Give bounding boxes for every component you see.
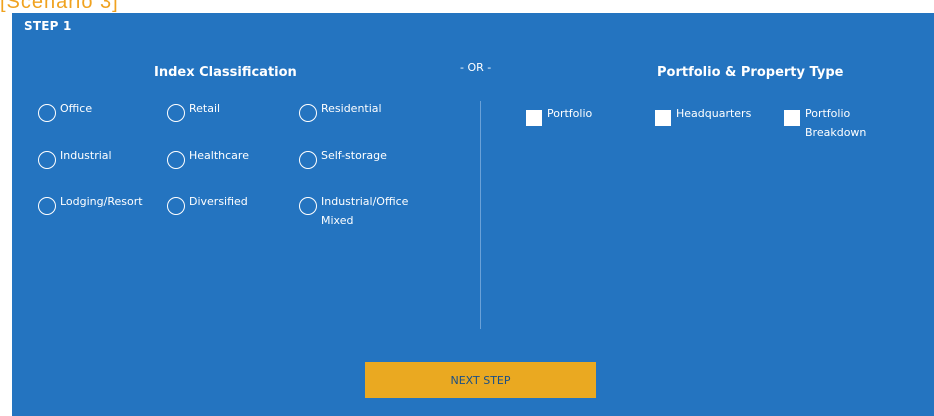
radio-circle-icon[interactable] [167,104,185,122]
step-title: STEP 1 [24,19,72,33]
checkbox-option-label: Headquarters [676,107,752,120]
radio-option-label: Retail [189,102,221,115]
radio-circle-icon[interactable] [167,197,185,215]
checkbox-option-portfolio[interactable]: Portfolio [526,104,617,126]
radio-option-industrial-office-mixed[interactable]: Industrial/Office Mixed [299,192,416,230]
radio-option-label: Lodging/Resort [60,195,143,208]
radio-option-residential[interactable]: Residential [299,99,431,122]
checkbox-option-label: Portfolio Breakdown [805,107,867,139]
checkbox-square-icon[interactable] [655,110,671,126]
portfolio-property-type-title: Portfolio & Property Type [657,65,844,80]
radio-option-self-storage[interactable]: Self-storage [299,146,431,169]
radio-circle-icon[interactable] [299,197,317,215]
next-step-button[interactable]: NEXT STEP [365,362,596,398]
checkbox-square-icon[interactable] [784,110,800,126]
radio-option-retail[interactable]: Retail [167,99,299,122]
radio-option-office[interactable]: Office [38,99,170,122]
radio-option-label: Residential [321,102,382,115]
checkbox-option-label: Portfolio [547,107,593,120]
radio-option-label: Self-storage [321,149,387,162]
radio-option-label: Industrial/Office Mixed [321,195,409,227]
radio-circle-icon[interactable] [167,151,185,169]
index-classification-title: Index Classification [154,65,297,80]
radio-option-healthcare[interactable]: Healthcare [167,146,299,169]
radio-circle-icon[interactable] [38,151,56,169]
checkbox-option-headquarters[interactable]: Headquarters [655,104,766,126]
step-panel: STEP 1 Index Classification - OR - Portf… [12,13,934,416]
radio-option-label: Diversified [189,195,248,208]
radio-option-label: Healthcare [189,149,249,162]
radio-circle-icon[interactable] [299,151,317,169]
radio-option-diversified[interactable]: Diversified [167,192,299,215]
checkbox-option-portfolio-breakdown[interactable]: Portfolio Breakdown [784,104,867,142]
checkbox-square-icon[interactable] [526,110,542,126]
radio-option-industrial[interactable]: Industrial [38,146,170,169]
radio-circle-icon[interactable] [299,104,317,122]
radio-circle-icon[interactable] [38,104,56,122]
section-divider [480,101,481,329]
radio-option-label: Office [60,102,93,115]
scenario-label: [Scenario 3] [0,0,119,13]
radio-circle-icon[interactable] [38,197,56,215]
radio-option-lodging-resort[interactable]: Lodging/Resort [38,192,170,215]
radio-option-label: Industrial [60,149,112,162]
or-separator: - OR - [460,61,492,74]
